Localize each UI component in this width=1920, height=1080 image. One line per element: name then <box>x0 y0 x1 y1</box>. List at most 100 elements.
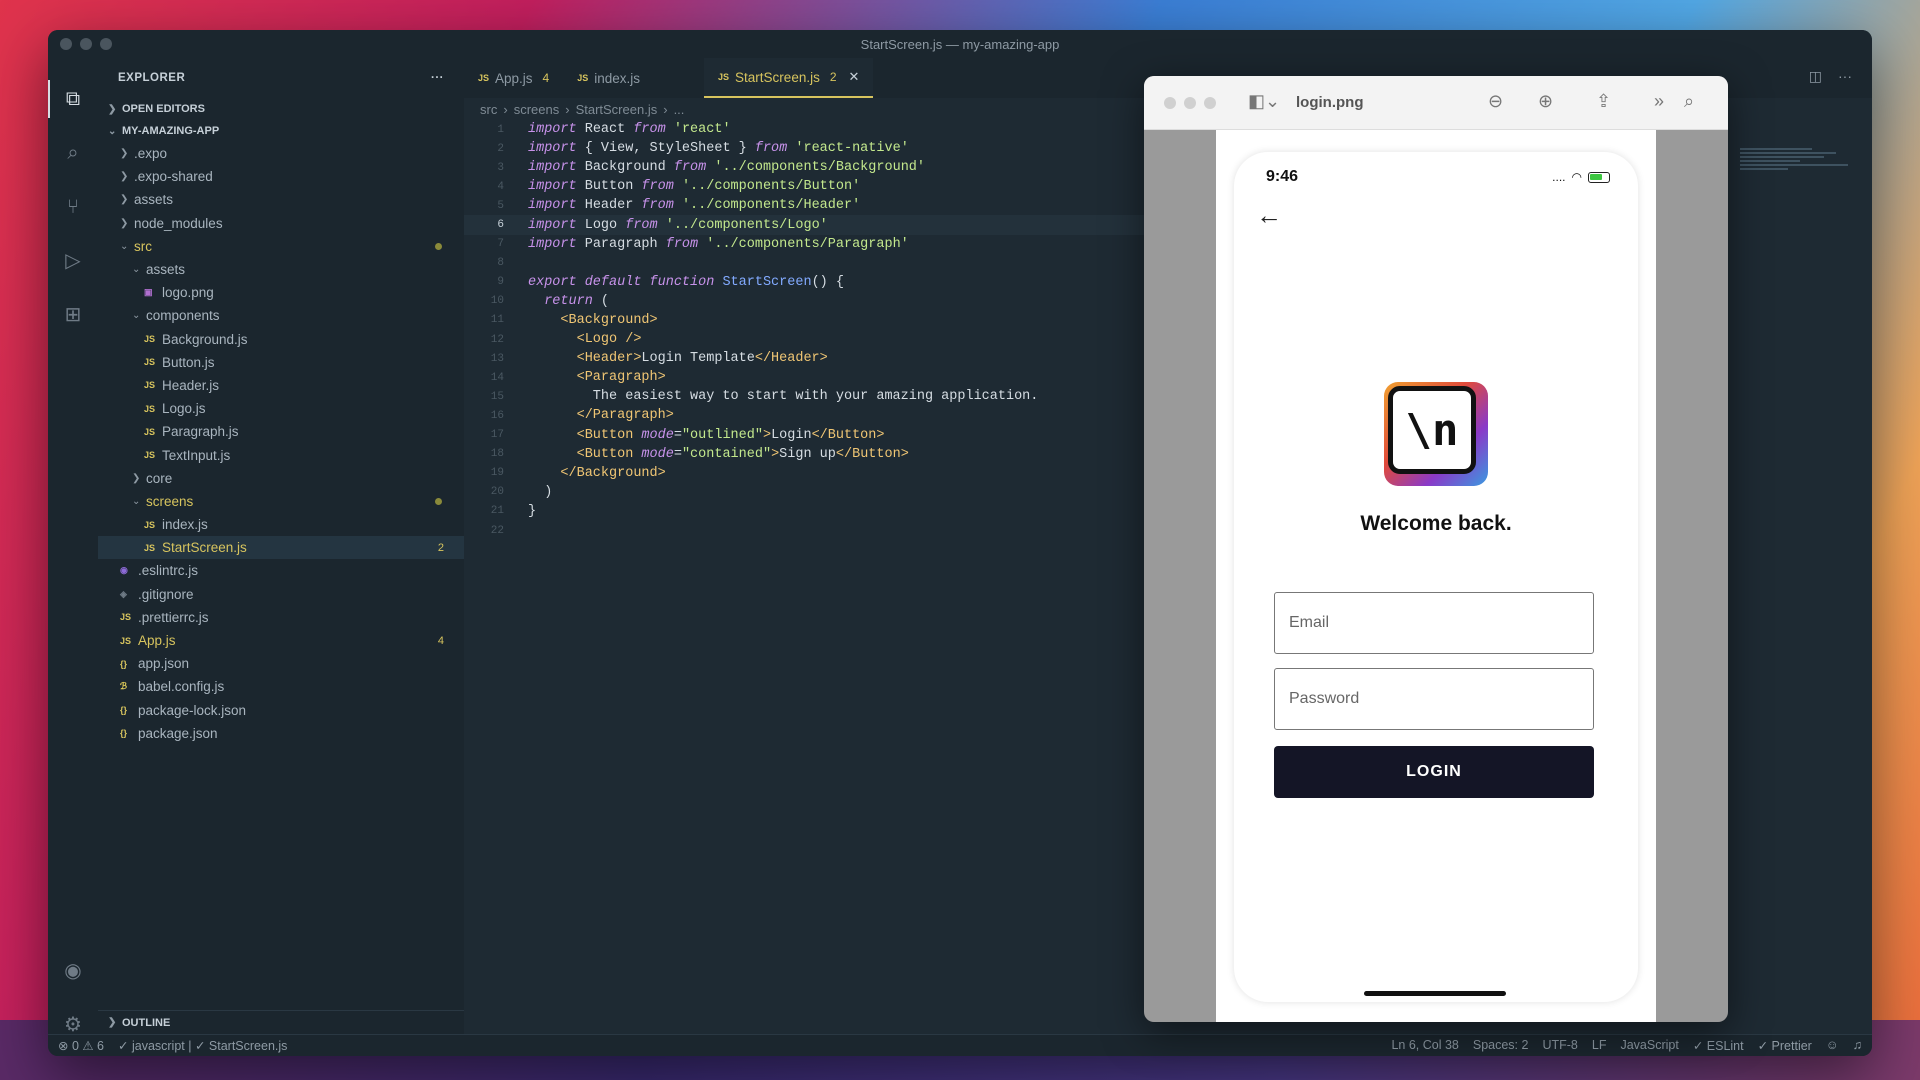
file-tree-item[interactable]: ⌄ screens <box>98 490 464 513</box>
file-tree-item[interactable]: ❯ .expo <box>98 142 464 165</box>
file-tree-item[interactable]: ❯ .expo-shared <box>98 165 464 188</box>
preview-close-button[interactable] <box>1164 96 1176 109</box>
eslint-status[interactable]: ✓ ESLint <box>1693 1038 1744 1053</box>
explorer-icon[interactable]: ⧉ <box>48 80 86 118</box>
email-field[interactable]: Email <box>1274 592 1594 654</box>
editor-tab[interactable]: JS App.js 4 <box>464 58 563 98</box>
code-line[interactable]: 12 <Logo /> <box>464 330 1194 349</box>
editor-tab[interactable]: JS StartScreen.js 2 ✕ <box>704 58 874 98</box>
file-tree-item[interactable]: {} app.json <box>98 652 464 675</box>
code-line[interactable]: 2 import { View, StyleSheet } from 'react… <box>464 139 1194 158</box>
file-tree-item[interactable]: ⌄ src <box>98 235 464 258</box>
file-tree-item[interactable]: ❯ core <box>98 467 464 490</box>
source-control-icon[interactable]: ⑂ <box>60 194 86 220</box>
file-tree-item[interactable]: ⌄ assets <box>98 258 464 281</box>
code-token: '../components/Header' <box>681 198 861 214</box>
breadcrumb-item[interactable]: screens <box>514 102 560 117</box>
file-tree-item[interactable]: JS TextInput.js <box>98 443 464 466</box>
search-icon[interactable]: ⌕ <box>1684 91 1694 112</box>
file-tree-item[interactable]: {} package.json <box>98 722 464 745</box>
sidebar-toggle-icon[interactable]: ◧⌄ <box>1248 91 1280 112</box>
search-icon[interactable]: ⌕ <box>60 140 86 166</box>
file-tree-item[interactable]: ❯ assets <box>98 188 464 211</box>
file-tree-item[interactable]: JS Background.js <box>98 328 464 351</box>
code-line[interactable]: 6 import Logo from '../components/Logo' <box>464 215 1194 235</box>
code-line[interactable]: 3 import Background from '../components/B… <box>464 158 1194 177</box>
file-tree-item[interactable]: ❯ node_modules <box>98 212 464 235</box>
file-tree-item[interactable]: JS StartScreen.js 2 <box>98 536 464 560</box>
explorer-more-button[interactable]: ··· <box>431 72 444 84</box>
code-line[interactable]: 7 import Paragraph from '../components/Pa… <box>464 235 1194 254</box>
breadcrumb-item[interactable]: StartScreen.js <box>576 102 658 117</box>
more-chevron-icon[interactable]: » <box>1654 91 1664 112</box>
file-tree-item[interactable]: JS .prettierrc.js <box>98 606 464 629</box>
file-tree-item[interactable]: JS Header.js <box>98 374 464 397</box>
code-line[interactable]: 11 <Background> <box>464 311 1194 330</box>
code-line[interactable]: 21} <box>464 502 1194 521</box>
file-tree-item[interactable]: JS Button.js <box>98 351 464 374</box>
file-tree-item[interactable]: JS Logo.js <box>98 397 464 420</box>
code-line[interactable]: 22 <box>464 521 1194 540</box>
code-line[interactable]: 8 <box>464 254 1194 273</box>
file-tree-item[interactable]: ℬbabel.config.js <box>98 675 464 698</box>
line-ending[interactable]: LF <box>1592 1038 1607 1053</box>
split-editor-icon[interactable]: ◫ <box>1809 68 1822 85</box>
close-tab-icon[interactable]: ✕ <box>849 69 860 85</box>
preview-minimize-button[interactable] <box>1184 96 1196 109</box>
run-debug-icon[interactable]: ▷ <box>60 248 86 274</box>
password-field[interactable]: Password <box>1274 668 1594 730</box>
zoom-in-icon[interactable]: ⊕ <box>1538 91 1553 112</box>
notifications-bell-icon[interactable]: ♫ <box>1853 1038 1862 1053</box>
preview-maximize-button[interactable] <box>1204 96 1216 109</box>
code-line[interactable]: 5 import Header from '../components/Heade… <box>464 196 1194 215</box>
code-line[interactable]: 4 import Button from '../components/Butto… <box>464 177 1194 196</box>
close-window-button[interactable] <box>60 38 72 50</box>
code-line[interactable]: 16 </Paragraph> <box>464 406 1194 425</box>
code-line[interactable]: 9 export default function StartScreen() { <box>464 273 1194 292</box>
file-tree-item[interactable]: ▣ logo.png <box>98 281 464 304</box>
code-line[interactable]: 13 <Header>Login Template</Header> <box>464 349 1194 368</box>
back-arrow-icon[interactable]: ← <box>1256 200 1282 231</box>
feedback-icon[interactable]: ☺ <box>1826 1038 1839 1053</box>
breadcrumb-item[interactable]: src <box>480 102 497 117</box>
code-line[interactable]: 10 return ( <box>464 292 1194 311</box>
project-section[interactable]: ⌄ MY-AMAZING-APP <box>98 120 464 142</box>
extensions-icon[interactable]: ⊞ <box>60 302 86 328</box>
code-line[interactable]: 14 <Paragraph> <box>464 368 1194 387</box>
file-tree-item[interactable]: ◉ .eslintrc.js <box>98 559 464 582</box>
outline-section[interactable]: ❯ OUTLINE <box>98 1010 464 1034</box>
open-editors-section[interactable]: ❯ OPEN EDITORS <box>98 98 464 120</box>
code-line[interactable]: 18 <Button mode="contained">Sign up</But… <box>464 445 1194 464</box>
file-tree-item[interactable]: {} package-lock.json <box>98 699 464 722</box>
code-line[interactable]: 17 <Button mode="outlined">Login</Button… <box>464 426 1194 445</box>
code-line[interactable]: 1 import React from 'react' <box>464 120 1194 139</box>
file-tree-label: index.js <box>162 517 208 533</box>
encoding[interactable]: UTF-8 <box>1542 1038 1577 1053</box>
login-button[interactable]: LOGIN <box>1274 746 1594 798</box>
more-actions-icon[interactable]: ··· <box>1838 68 1852 85</box>
code-editor[interactable]: 1 import React from 'react' 2 import { View… <box>464 120 1194 540</box>
code-line[interactable]: 19 </Background> <box>464 464 1194 483</box>
breadcrumb-item[interactable]: ... <box>674 102 685 117</box>
minimap[interactable] <box>1740 148 1860 208</box>
code-line[interactable]: 15 The easiest way to start with your am… <box>464 387 1194 406</box>
code-line[interactable]: 20 ) <box>464 483 1194 502</box>
zoom-out-icon[interactable]: ⊖ <box>1488 91 1503 112</box>
language-mode[interactable]: JavaScript <box>1620 1038 1678 1053</box>
share-icon[interactable]: ⇪ <box>1596 91 1611 112</box>
language-status[interactable]: ✓ javascript | ✓ StartScreen.js <box>118 1038 287 1053</box>
file-tree-item[interactable]: ◈ .gitignore <box>98 583 464 606</box>
minimize-window-button[interactable] <box>80 38 92 50</box>
file-tree-item[interactable]: JS index.js <box>98 513 464 536</box>
account-icon[interactable]: ◉ <box>60 958 86 984</box>
js-file-icon: JS <box>478 73 490 83</box>
indentation[interactable]: Spaces: 2 <box>1473 1038 1529 1053</box>
problems-indicator[interactable]: ⊗ 0 ⚠ 6 <box>58 1038 104 1053</box>
file-tree-item[interactable]: ⌄ components <box>98 304 464 327</box>
file-tree-item[interactable]: JS App.js 4 <box>98 629 464 652</box>
maximize-window-button[interactable] <box>100 38 112 50</box>
file-tree-item[interactable]: JS Paragraph.js <box>98 420 464 443</box>
editor-tab[interactable]: JS index.js <box>563 58 664 98</box>
cursor-position[interactable]: Ln 6, Col 38 <box>1391 1038 1458 1053</box>
prettier-status[interactable]: ✓ Prettier <box>1758 1038 1812 1053</box>
